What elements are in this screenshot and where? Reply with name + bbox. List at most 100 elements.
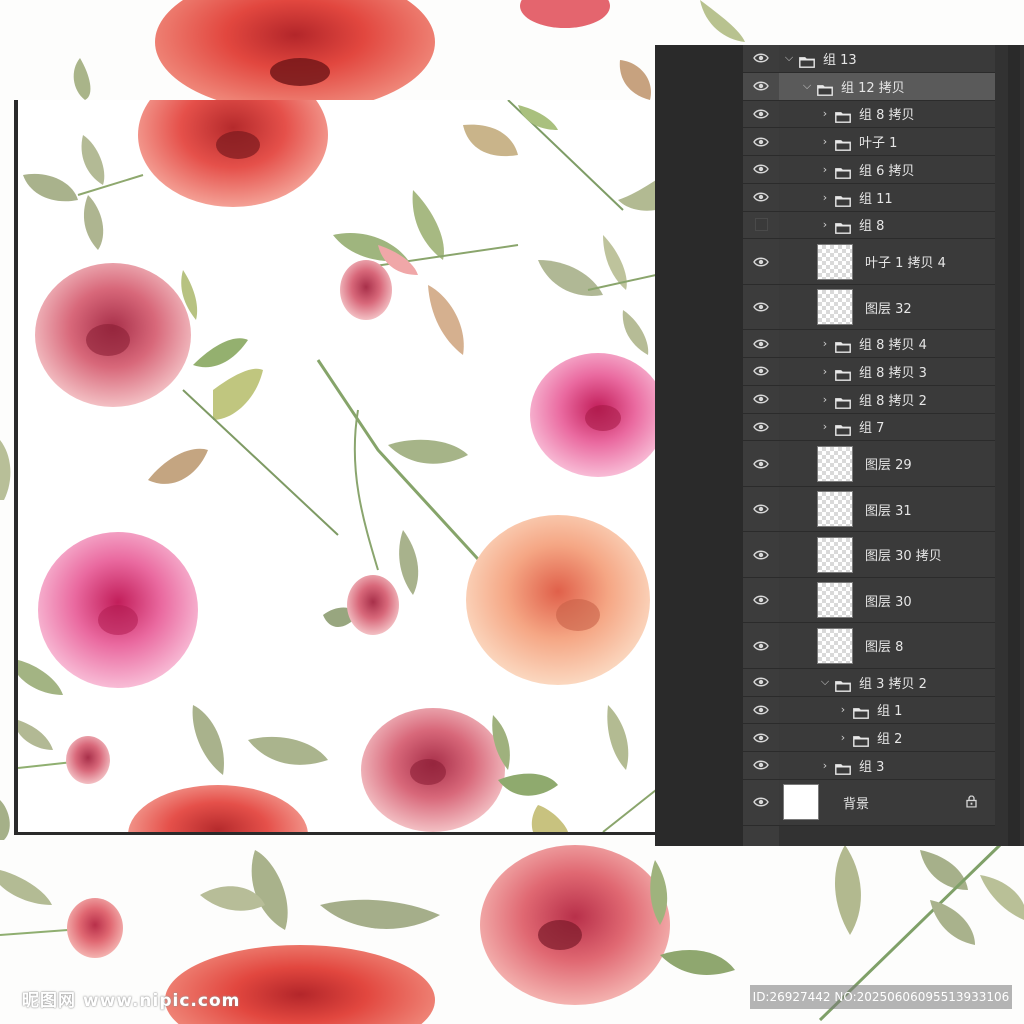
eye-icon[interactable] bbox=[743, 669, 779, 696]
layer-row-body[interactable]: › 组 7 bbox=[779, 413, 995, 441]
eye-icon[interactable] bbox=[743, 45, 779, 72]
layers-scrollbar[interactable] bbox=[1008, 45, 1020, 846]
layer-name[interactable]: 叶子 1 拷贝 4 bbox=[865, 252, 946, 271]
layer-row[interactable]: 图层 8 bbox=[743, 623, 995, 669]
layer-row[interactable]: › 组 11 bbox=[743, 183, 995, 212]
layer-row[interactable]: › 组 1 bbox=[743, 696, 995, 725]
layer-row-body[interactable]: 图层 32 bbox=[779, 284, 995, 330]
layer-name[interactable]: 图层 29 bbox=[865, 454, 912, 473]
layer-row[interactable]: › 叶子 1 bbox=[743, 128, 995, 156]
layer-row-body[interactable]: 图层 29 bbox=[779, 441, 995, 486]
layer-row[interactable]: › 组 6 拷贝 bbox=[743, 156, 995, 184]
eye-icon[interactable] bbox=[743, 697, 779, 724]
layer-name[interactable]: 组 13 bbox=[823, 49, 857, 68]
layer-row-body[interactable]: › 组 1 bbox=[779, 696, 995, 724]
chevron-down-icon[interactable]: ⌵ bbox=[819, 675, 831, 689]
document-canvas[interactable] bbox=[14, 100, 656, 835]
layer-row[interactable]: › 组 2 bbox=[743, 724, 995, 752]
layer-row[interactable]: 图层 30 拷贝 bbox=[743, 532, 995, 578]
chevron-right-icon[interactable]: › bbox=[837, 731, 849, 744]
eye-icon[interactable] bbox=[743, 414, 779, 441]
eye-icon[interactable] bbox=[743, 780, 779, 825]
layer-row[interactable]: 图层 29 bbox=[743, 441, 995, 487]
chevron-right-icon[interactable]: › bbox=[837, 703, 849, 716]
layer-name[interactable]: 图层 32 bbox=[865, 298, 912, 317]
eye-icon[interactable] bbox=[743, 184, 779, 211]
layer-row-body[interactable]: ⌵ 组 3 拷贝 2 bbox=[779, 668, 995, 696]
layer-row-body[interactable]: › 组 3 bbox=[779, 752, 995, 779]
chevron-right-icon[interactable]: › bbox=[819, 365, 831, 378]
layer-name[interactable]: 组 7 bbox=[859, 417, 884, 436]
layer-name[interactable]: 叶子 1 bbox=[859, 132, 897, 151]
eye-icon[interactable] bbox=[743, 128, 779, 155]
layer-row[interactable]: › 组 8 bbox=[743, 211, 995, 240]
layer-name[interactable]: 组 6 拷贝 bbox=[859, 160, 915, 179]
layer-row[interactable]: › 组 7 bbox=[743, 413, 995, 442]
eye-icon[interactable] bbox=[743, 330, 779, 357]
chevron-right-icon[interactable]: › bbox=[819, 759, 831, 772]
layer-row-body[interactable]: 图层 8 bbox=[779, 623, 995, 668]
chevron-right-icon[interactable]: › bbox=[819, 135, 831, 148]
layer-row[interactable]: ⌵ 组 12 拷贝 bbox=[743, 72, 995, 101]
layer-row-body[interactable]: › 叶子 1 bbox=[779, 128, 995, 155]
lock-icon[interactable] bbox=[966, 793, 977, 812]
chevron-right-icon[interactable]: › bbox=[819, 218, 831, 231]
eye-icon[interactable] bbox=[743, 441, 779, 486]
chevron-down-icon[interactable]: ⌵ bbox=[801, 79, 813, 93]
layer-row[interactable]: › 组 8 拷贝 bbox=[743, 100, 995, 129]
eye-icon[interactable] bbox=[743, 578, 779, 623]
layer-row-body[interactable]: › 组 8 拷贝 2 bbox=[779, 385, 995, 413]
chevron-right-icon[interactable]: › bbox=[819, 393, 831, 406]
layer-row-body[interactable]: 图层 30 拷贝 bbox=[779, 532, 995, 577]
layer-row[interactable]: 叶子 1 拷贝 4 bbox=[743, 239, 995, 285]
layer-row-body[interactable]: 叶子 1 拷贝 4 bbox=[779, 239, 995, 284]
chevron-right-icon[interactable]: › bbox=[819, 420, 831, 433]
layer-row-body[interactable]: ⌵ 组 13 bbox=[779, 45, 995, 72]
layer-row[interactable]: › 组 8 拷贝 4 bbox=[743, 330, 995, 358]
layer-row-body[interactable]: › 组 11 bbox=[779, 183, 995, 211]
chevron-right-icon[interactable]: › bbox=[819, 163, 831, 176]
layer-name[interactable]: 图层 30 拷贝 bbox=[865, 545, 942, 564]
layer-name[interactable]: 组 8 拷贝 bbox=[859, 104, 915, 123]
layer-row[interactable]: ⌵ 组 3 拷贝 2 bbox=[743, 668, 995, 697]
eye-icon[interactable] bbox=[743, 239, 779, 284]
layer-row-body[interactable]: 图层 31 bbox=[779, 486, 995, 532]
layer-row[interactable]: 图层 30 bbox=[743, 577, 995, 624]
layer-row-body[interactable]: › 组 6 拷贝 bbox=[779, 156, 995, 183]
layer-row-body[interactable]: 背景 bbox=[779, 779, 995, 825]
layer-row[interactable]: 图层 32 bbox=[743, 284, 995, 331]
layer-name[interactable]: 背景 bbox=[843, 793, 869, 812]
layer-name[interactable]: 组 8 bbox=[859, 215, 884, 234]
eye-icon[interactable] bbox=[743, 358, 779, 385]
eye-icon[interactable] bbox=[743, 752, 779, 779]
eye-icon[interactable] bbox=[743, 156, 779, 183]
eye-icon[interactable] bbox=[743, 623, 779, 668]
layer-row[interactable]: › 组 8 拷贝 3 bbox=[743, 358, 995, 386]
eye-icon[interactable] bbox=[743, 386, 779, 413]
eye-icon[interactable] bbox=[743, 532, 779, 577]
chevron-down-icon[interactable]: ⌵ bbox=[783, 51, 795, 65]
layer-name[interactable]: 组 8 拷贝 2 bbox=[859, 390, 927, 409]
layer-row-body[interactable]: › 组 2 bbox=[779, 724, 995, 751]
layer-name[interactable]: 组 8 拷贝 4 bbox=[859, 334, 927, 353]
chevron-right-icon[interactable]: › bbox=[819, 107, 831, 120]
layer-name[interactable]: 组 12 拷贝 bbox=[841, 77, 905, 96]
layer-row[interactable]: 图层 31 bbox=[743, 486, 995, 533]
layer-row-body[interactable]: › 组 8 拷贝 bbox=[779, 100, 995, 128]
eye-icon[interactable] bbox=[743, 73, 779, 100]
layer-row[interactable]: › 组 8 拷贝 2 bbox=[743, 385, 995, 414]
layer-name[interactable]: 图层 8 bbox=[865, 636, 903, 655]
layer-name[interactable]: 图层 31 bbox=[865, 500, 912, 519]
layer-name[interactable]: 组 3 拷贝 2 bbox=[859, 673, 927, 692]
layer-row-body[interactable]: ⌵ 组 12 拷贝 bbox=[779, 72, 995, 100]
eye-icon[interactable] bbox=[743, 724, 779, 751]
layer-row-body[interactable]: › 组 8 拷贝 4 bbox=[779, 330, 995, 357]
chevron-right-icon[interactable]: › bbox=[819, 337, 831, 350]
layer-row-body[interactable]: › 组 8 拷贝 3 bbox=[779, 358, 995, 385]
layer-row[interactable]: › 组 3 bbox=[743, 752, 995, 780]
layer-name[interactable]: 图层 30 bbox=[865, 591, 912, 610]
eye-icon[interactable] bbox=[743, 101, 779, 128]
layer-name[interactable]: 组 2 bbox=[877, 728, 902, 747]
eye-icon[interactable] bbox=[743, 487, 779, 532]
layer-row[interactable]: 背景 bbox=[743, 779, 995, 826]
